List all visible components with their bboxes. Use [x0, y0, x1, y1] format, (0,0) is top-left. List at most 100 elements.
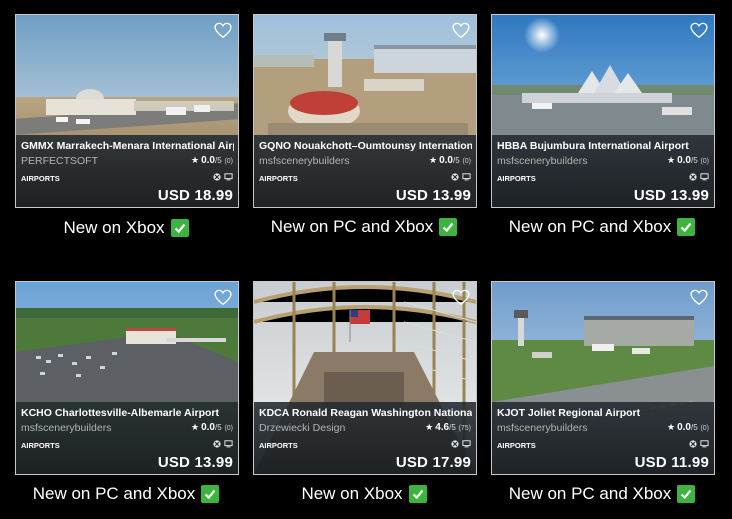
product-info-panel: KDCA Ronald Reagan Washington National A… [254, 402, 476, 474]
product-price: USD 11.99 [634, 454, 709, 471]
platform-icons [689, 173, 709, 181]
product-publisher: msfscenerybuilders [497, 422, 588, 434]
rating-value: 0.0 [201, 155, 215, 166]
platform-icons [451, 173, 471, 181]
product-info-panel: GQNO Nouakchott–Oumtounsy International … [254, 135, 476, 207]
rating-max: /5 [690, 423, 698, 432]
wishlist-heart-icon[interactable] [452, 289, 470, 306]
caption-text: New on PC and Xbox [508, 484, 672, 503]
check-mark-icon [677, 485, 696, 503]
product-card[interactable]: HBBA Bujumbura International Airport msf… [491, 14, 715, 208]
pc-icon [700, 440, 709, 448]
xbox-icon [451, 440, 459, 448]
card-caption: New on PC and Xbox [234, 217, 494, 237]
rating-value: 4.6 [435, 422, 450, 433]
product-info-panel: GMMX Marrakech-Menara International Airp… [16, 135, 238, 207]
product-price: USD 13.99 [395, 187, 471, 204]
wishlist-heart-icon[interactable] [452, 22, 470, 39]
rating-value: 0.0 [201, 422, 215, 433]
product-info-panel: KJOT Joliet Regional Airport msfsceneryb… [492, 402, 714, 474]
rating-count: (75) [458, 425, 471, 432]
product-card[interactable]: KJOT Joliet Regional Airport msfsceneryb… [491, 281, 715, 475]
product-info-panel: KCHO Charlottesville-Albemarle Airport m… [16, 402, 238, 474]
rating-max: /5 [449, 423, 456, 432]
platform-icons [689, 440, 709, 448]
product-publisher: PERFECTSOFT [21, 155, 99, 167]
product-category: AIRPORTS [497, 441, 536, 450]
product-rating: ★ 0.0/5 (0) [667, 155, 709, 166]
rating-max: /5 [690, 156, 698, 165]
product-rating: ★ 0.0/5 (0) [667, 422, 709, 433]
product-card[interactable]: KDCA Ronald Reagan Washington National A… [253, 281, 477, 475]
caption-text: New on Xbox [63, 218, 165, 237]
product-category: AIRPORTS [259, 441, 298, 450]
caption-text: New on Xbox [301, 484, 403, 503]
product-title[interactable]: HBBA Bujumbura International Airport [497, 140, 710, 152]
star-icon: ★ [667, 422, 676, 432]
wishlist-heart-icon[interactable] [690, 289, 708, 306]
xbox-icon [689, 440, 697, 448]
product-card[interactable]: GQNO Nouakchott–Oumtounsy International … [253, 14, 477, 208]
product-rating: ★ 0.0/5 (0) [191, 422, 233, 433]
product-category: AIRPORTS [259, 174, 298, 183]
rating-count: (0) [462, 158, 471, 165]
check-mark-icon [170, 219, 189, 237]
caption-text: New on PC and Xbox [270, 217, 434, 236]
platform-icons [451, 440, 471, 448]
product-title[interactable]: KDCA Ronald Reagan Washington National A… [259, 407, 472, 419]
pc-icon [462, 440, 471, 448]
wishlist-heart-icon[interactable] [214, 289, 232, 306]
wishlist-heart-icon[interactable] [214, 22, 232, 39]
star-icon: ★ [191, 422, 200, 432]
rating-count: (0) [700, 425, 709, 432]
star-icon: ★ [191, 155, 200, 165]
product-rating: ★ 4.6/5 (75) [425, 422, 471, 433]
product-title[interactable]: KJOT Joliet Regional Airport [497, 407, 710, 419]
product-category: AIRPORTS [21, 441, 60, 450]
caption-text: New on PC and Xbox [32, 484, 196, 503]
product-title[interactable]: KCHO Charlottesville-Albemarle Airport [21, 407, 234, 419]
card-caption: New on Xbox [0, 218, 256, 238]
product-card[interactable]: KCHO Charlottesville-Albemarle Airport m… [15, 281, 239, 475]
rating-value: 0.0 [677, 422, 691, 433]
rating-value: 0.0 [677, 155, 691, 166]
pc-icon [224, 440, 233, 448]
card-caption: New on PC and Xbox [472, 484, 732, 504]
card-caption: New on PC and Xbox [0, 484, 256, 504]
product-category: AIRPORTS [497, 174, 536, 183]
product-price: USD 17.99 [395, 454, 471, 471]
card-caption: New on Xbox [234, 484, 494, 504]
product-publisher: msfscenerybuilders [259, 155, 350, 167]
rating-max: /5 [452, 156, 460, 165]
rating-count: (0) [224, 158, 233, 165]
product-info-panel: HBBA Bujumbura International Airport msf… [492, 135, 714, 207]
xbox-icon [451, 173, 459, 181]
product-publisher: msfscenerybuilders [497, 155, 588, 167]
pc-icon [224, 173, 233, 181]
star-icon: ★ [429, 155, 438, 165]
product-card[interactable]: GMMX Marrakech-Menara International Airp… [15, 14, 239, 208]
product-rating: ★ 0.0/5 (0) [191, 155, 233, 166]
check-mark-icon [201, 485, 220, 503]
pc-icon [462, 173, 471, 181]
star-icon: ★ [425, 422, 434, 432]
rating-count: (0) [700, 158, 709, 165]
star-icon: ★ [667, 155, 676, 165]
product-publisher: Drzewiecki Design [259, 422, 346, 434]
rating-max: /5 [214, 423, 222, 432]
rating-count: (0) [224, 425, 233, 432]
check-mark-icon [677, 218, 696, 236]
product-publisher: msfscenerybuilders [21, 422, 112, 434]
wishlist-heart-icon[interactable] [690, 22, 708, 39]
xbox-icon [689, 173, 697, 181]
product-category: AIRPORTS [21, 174, 60, 183]
product-rating: ★ 0.0/5 (0) [429, 155, 471, 166]
product-title[interactable]: GQNO Nouakchott–Oumtounsy International … [259, 140, 472, 152]
rating-value: 0.0 [439, 155, 453, 166]
card-caption: New on PC and Xbox [472, 217, 732, 237]
product-title[interactable]: GMMX Marrakech-Menara International Airp… [21, 140, 234, 152]
xbox-icon [213, 440, 221, 448]
product-price: USD 18.99 [157, 187, 233, 204]
platform-icons [213, 173, 233, 181]
platform-icons [213, 440, 233, 448]
